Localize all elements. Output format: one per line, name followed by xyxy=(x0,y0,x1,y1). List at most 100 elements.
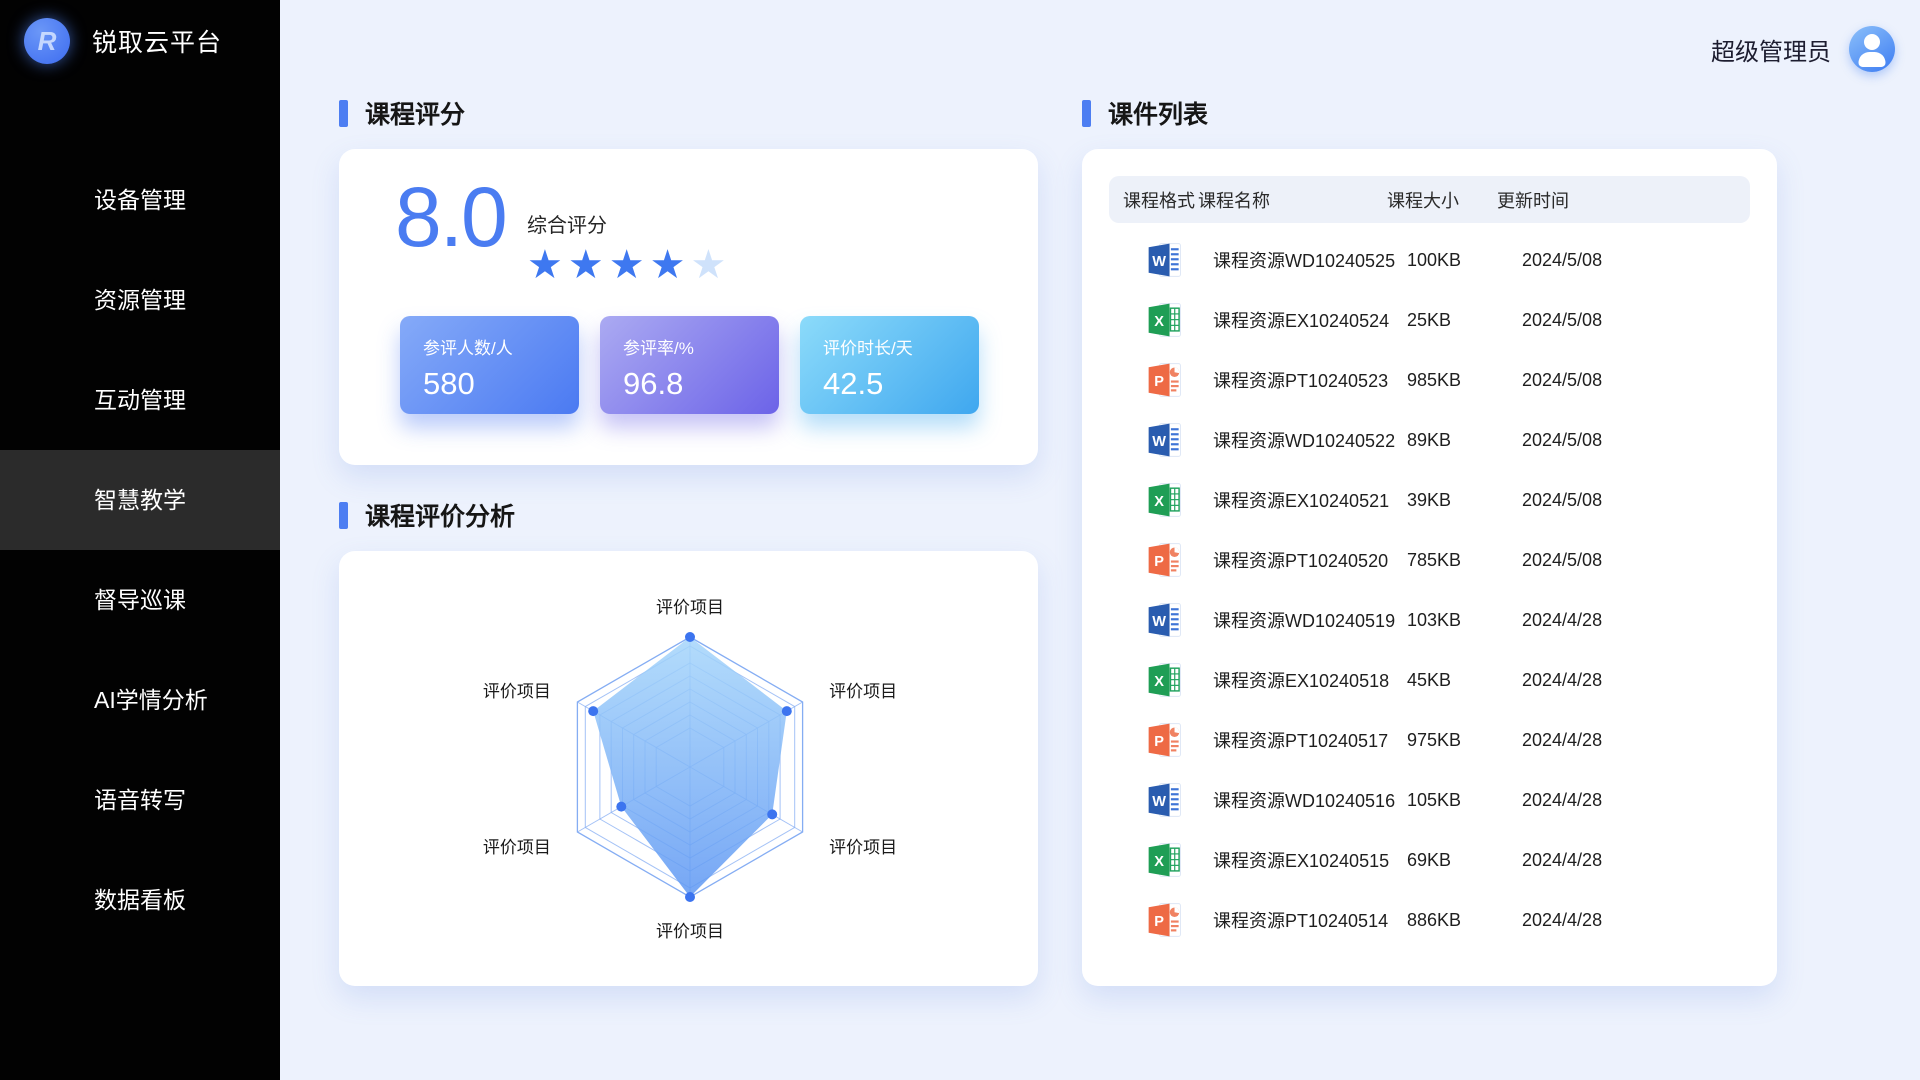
app-title: 锐取云平台 xyxy=(92,23,222,59)
sidebar-item-data-board[interactable]: 数据看板 xyxy=(0,850,280,950)
course-name: 课程资源WD10240519 xyxy=(1213,607,1407,633)
column-header-format: 课程格式 xyxy=(1123,187,1198,213)
table-body: W 课程资源WD10240525 100KB 2024/5/08 X 课程资源E… xyxy=(1109,230,1750,950)
excel-file-icon: X xyxy=(1145,300,1213,340)
svg-text:评价项目: 评价项目 xyxy=(656,598,724,617)
app-logo-icon: R xyxy=(24,18,70,64)
course-name: 课程资源EX10240524 xyxy=(1213,307,1407,333)
user-avatar-icon[interactable] xyxy=(1849,26,1895,72)
stat-value: 96.8 xyxy=(623,366,779,402)
section-title-analysis: 课程评价分析 xyxy=(365,497,515,533)
excel-file-icon: X xyxy=(1145,840,1213,880)
courseware-panel: 课程格式 课程名称 课程大小 更新时间 W 课程资源WD10240525 100… xyxy=(1082,149,1777,986)
main-area: 超级管理员 课程评分 8.0 综合评分 ★★★★★ 参评人数/人580参评率/%… xyxy=(280,0,1920,1080)
star-filled-icon: ★ xyxy=(527,243,568,287)
rating-card: 8.0 综合评分 ★★★★★ 参评人数/人580参评率/%96.8评价时长/天4… xyxy=(339,149,1038,465)
svg-text:评价项目: 评价项目 xyxy=(829,682,897,701)
sidebar-item-interaction[interactable]: 互动管理 xyxy=(0,350,280,450)
course-date: 2024/5/08 xyxy=(1522,550,1750,571)
stat-cards: 参评人数/人580参评率/%96.8评价时长/天42.5 xyxy=(400,316,979,414)
topbar: 超级管理员 xyxy=(1711,26,1895,72)
svg-text:P: P xyxy=(1154,914,1164,930)
app-logo-letter: R xyxy=(38,26,57,57)
svg-text:评价项目: 评价项目 xyxy=(656,922,724,941)
course-name: 课程资源PT10240517 xyxy=(1213,727,1407,753)
star-filled-icon: ★ xyxy=(609,243,650,287)
user-name: 超级管理员 xyxy=(1711,32,1831,67)
course-date: 2024/4/28 xyxy=(1522,910,1750,931)
section-header-courseware: 课件列表 xyxy=(1082,95,1208,131)
table-row[interactable]: W 课程资源WD10240516 105KB 2024/4/28 xyxy=(1109,770,1750,830)
course-name: 课程资源WD10240516 xyxy=(1213,787,1407,813)
section-title-courseware: 课件列表 xyxy=(1108,95,1208,131)
sidebar-item-voice-transcribe[interactable]: 语音转写 xyxy=(0,750,280,850)
course-date: 2024/5/08 xyxy=(1522,370,1750,391)
svg-text:X: X xyxy=(1154,854,1164,870)
svg-text:评价项目: 评价项目 xyxy=(483,682,551,701)
table-row[interactable]: X 课程资源EX10240521 39KB 2024/5/08 xyxy=(1109,470,1750,530)
table-row[interactable]: W 课程资源WD10240519 103KB 2024/4/28 xyxy=(1109,590,1750,650)
sidebar-item-supervision[interactable]: 督导巡课 xyxy=(0,550,280,650)
column-header-size: 课程大小 xyxy=(1387,187,1497,213)
stat-label: 参评率/% xyxy=(623,334,779,359)
course-size: 975KB xyxy=(1407,730,1522,751)
overall-score: 8.0 xyxy=(395,173,506,261)
course-size: 69KB xyxy=(1407,850,1522,871)
radar-card: 评价项目评价项目评价项目评价项目评价项目评价项目 xyxy=(339,551,1038,986)
table-row[interactable]: P 课程资源PT10240523 985KB 2024/5/08 xyxy=(1109,350,1750,410)
accent-bar xyxy=(1082,100,1091,127)
svg-text:P: P xyxy=(1154,554,1164,570)
app-logo: R 锐取云平台 xyxy=(0,0,280,64)
course-size: 100KB xyxy=(1407,250,1522,271)
sidebar-item-resource[interactable]: 资源管理 xyxy=(0,250,280,350)
avatar-body xyxy=(1859,52,1886,67)
table-row[interactable]: X 课程资源EX10240515 69KB 2024/4/28 xyxy=(1109,830,1750,890)
course-size: 45KB xyxy=(1407,670,1522,691)
sidebar-item-ai-analysis[interactable]: AI学情分析 xyxy=(0,650,280,750)
course-name: 课程资源EX10240518 xyxy=(1213,667,1407,693)
table-row[interactable]: X 课程资源EX10240524 25KB 2024/5/08 xyxy=(1109,290,1750,350)
course-date: 2024/4/28 xyxy=(1522,790,1750,811)
section-title-rating: 课程评分 xyxy=(365,95,465,131)
sidebar-item-smart-teaching[interactable]: 智慧教学 xyxy=(0,450,280,550)
svg-text:W: W xyxy=(1152,794,1166,810)
ppt-file-icon: P xyxy=(1145,360,1213,400)
ppt-file-icon: P xyxy=(1145,720,1213,760)
star-rating: ★★★★★ xyxy=(527,245,731,285)
course-date: 2024/4/28 xyxy=(1522,850,1750,871)
section-header-analysis: 课程评价分析 xyxy=(339,497,515,533)
stat-label: 参评人数/人 xyxy=(423,334,579,359)
svg-text:X: X xyxy=(1154,494,1164,510)
word-file-icon: W xyxy=(1145,600,1213,640)
course-size: 103KB xyxy=(1407,610,1522,631)
sidebar-item-device[interactable]: 设备管理 xyxy=(0,150,280,250)
table-row[interactable]: X 课程资源EX10240518 45KB 2024/4/28 xyxy=(1109,650,1750,710)
sidebar: R 锐取云平台 设备管理资源管理互动管理智慧教学督导巡课AI学情分析语音转写数据… xyxy=(0,0,280,1080)
svg-text:W: W xyxy=(1152,254,1166,270)
table-row[interactable]: P 课程资源PT10240514 886KB 2024/4/28 xyxy=(1109,890,1750,950)
excel-file-icon: X xyxy=(1145,480,1213,520)
course-size: 785KB xyxy=(1407,550,1522,571)
course-size: 25KB xyxy=(1407,310,1522,331)
table-row[interactable]: W 课程资源WD10240522 89KB 2024/5/08 xyxy=(1109,410,1750,470)
table-row[interactable]: P 课程资源PT10240517 975KB 2024/4/28 xyxy=(1109,710,1750,770)
course-date: 2024/5/08 xyxy=(1522,490,1750,511)
course-size: 39KB xyxy=(1407,490,1522,511)
star-filled-icon: ★ xyxy=(650,243,691,287)
accent-bar xyxy=(339,502,348,529)
table-row[interactable]: P 课程资源PT10240520 785KB 2024/5/08 xyxy=(1109,530,1750,590)
course-size: 105KB xyxy=(1407,790,1522,811)
course-name: 课程资源WD10240522 xyxy=(1213,427,1407,453)
course-name: 课程资源EX10240521 xyxy=(1213,487,1407,513)
course-date: 2024/4/28 xyxy=(1522,610,1750,631)
table-row[interactable]: W 课程资源WD10240525 100KB 2024/5/08 xyxy=(1109,230,1750,290)
section-header-rating: 课程评分 xyxy=(339,95,465,131)
course-name: 课程资源PT10240523 xyxy=(1213,367,1407,393)
stat-label: 评价时长/天 xyxy=(823,334,979,359)
accent-bar xyxy=(339,100,348,127)
star-empty-icon: ★ xyxy=(690,243,731,287)
stat-value: 42.5 xyxy=(823,366,979,402)
star-filled-icon: ★ xyxy=(568,243,609,287)
course-date: 2024/4/28 xyxy=(1522,670,1750,691)
svg-text:P: P xyxy=(1154,374,1164,390)
